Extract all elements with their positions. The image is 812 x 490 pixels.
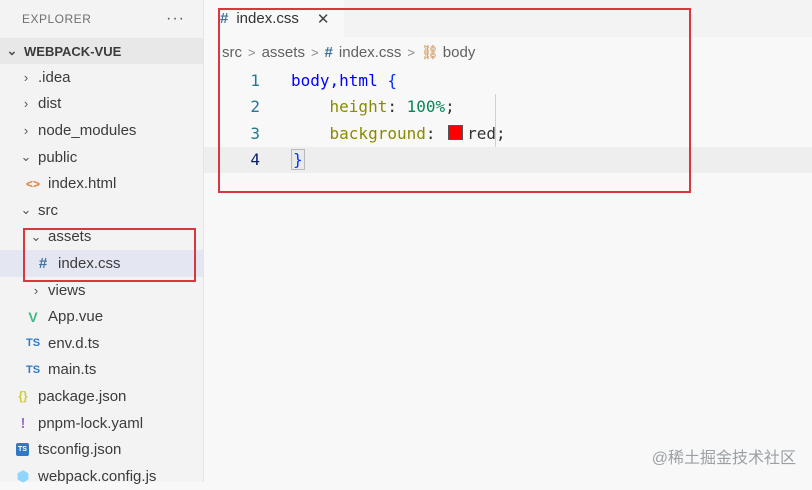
line-number: 1: [250, 70, 260, 90]
tree-item-label: tsconfig.json: [38, 441, 122, 459]
close-brace: }: [291, 149, 305, 171]
breadcrumb-symbol[interactable]: body: [443, 44, 476, 61]
tree-item-label: index.html: [48, 175, 117, 193]
colon: :: [387, 97, 397, 117]
line-number: 2: [250, 97, 260, 117]
tree-item-label: src: [38, 201, 58, 219]
css-selector: body,html: [291, 70, 378, 90]
breadcrumb-assets[interactable]: assets: [262, 44, 305, 61]
css-value: red: [467, 123, 497, 143]
code-editor[interactable]: 1 body,html { 2 height: 100%; 3 backgrou…: [204, 67, 812, 173]
tree-item-label: views: [48, 281, 86, 299]
tree-item-label: .idea: [38, 68, 71, 86]
css-file-icon: #: [38, 254, 48, 272]
explorer-sidebar: EXPLORER ··· ⌄ WEBPACK-VUE › .idea › dist › n…: [0, 0, 204, 485]
tree-item-label: index.css: [58, 254, 121, 272]
explorer-header: EXPLORER ···: [0, 0, 203, 38]
chevron-right-icon: ›: [23, 69, 29, 85]
tree-file[interactable]: V App.vue: [0, 303, 203, 330]
explorer-title: EXPLORER: [22, 12, 92, 26]
semicolon: ;: [496, 123, 506, 143]
tree-item-label: webpack.config.js: [38, 467, 157, 485]
css-property: height: [329, 97, 388, 117]
project-name: WEBPACK-VUE: [24, 43, 122, 59]
color-swatch[interactable]: [448, 124, 464, 140]
chevron-right-icon: ›: [33, 282, 39, 298]
code-line: 1 body,html {: [204, 67, 812, 94]
watermark: @稀土掘金技术社区: [651, 450, 796, 467]
typescript-file-icon: TS: [25, 337, 41, 350]
css-file-icon: #: [324, 43, 333, 61]
project-section-header[interactable]: ⌄ WEBPACK-VUE: [0, 38, 203, 64]
css-file-icon: #: [220, 10, 229, 27]
tree-file[interactable]: ⬢ webpack.config.js: [0, 463, 203, 490]
tree-folder[interactable]: › .idea: [0, 64, 203, 91]
html-file-icon: <>: [25, 176, 40, 191]
chevron-right-icon: ›: [23, 96, 29, 112]
breadcrumb: src > assets > # index.css > ⛓ body: [204, 37, 812, 67]
tree-file[interactable]: TS tsconfig.json: [0, 436, 203, 463]
tree-file[interactable]: TS main.ts: [0, 357, 203, 384]
tree-file[interactable]: {} package.json: [0, 383, 203, 410]
chevron-down-icon: ⌄: [20, 149, 32, 165]
tree-item-label: node_modules: [38, 121, 137, 139]
tab-label: index.css: [236, 10, 299, 27]
typescript-file-icon: TS: [25, 363, 41, 376]
tree-item-label: dist: [38, 95, 62, 113]
tree-item-label: env.d.ts: [48, 334, 100, 352]
tree-item-label: App.vue: [48, 308, 104, 326]
breadcrumb-src[interactable]: src: [222, 44, 242, 61]
css-property: background: [329, 123, 426, 143]
tree-folder[interactable]: › dist: [0, 91, 203, 118]
chevron-right-icon: >: [407, 44, 416, 60]
chevron-right-icon: >: [310, 44, 319, 60]
chevron-down-icon: ⌄: [30, 228, 42, 244]
tree-item-label: pnpm-lock.yaml: [38, 414, 144, 432]
more-actions-icon[interactable]: ···: [166, 10, 185, 28]
line-number: 4: [250, 150, 260, 170]
file-tree: › .idea › dist › node_modules ⌄ public <> index.h…: [0, 64, 203, 490]
code-line: 3 background: red;: [204, 120, 812, 147]
tab-index-css[interactable]: # index.css ✕: [204, 0, 344, 37]
line-number: 3: [250, 123, 260, 143]
colon: :: [425, 123, 436, 143]
chevron-right-icon: ›: [23, 122, 29, 138]
tree-folder[interactable]: ⌄ public: [0, 144, 203, 171]
tree-folder[interactable]: ⌄ src: [0, 197, 203, 224]
chevron-down-icon: ⌄: [6, 43, 18, 58]
semicolon: ;: [445, 97, 455, 117]
tree-file[interactable]: TS env.d.ts: [0, 330, 203, 357]
tree-file[interactable]: ! pnpm-lock.yaml: [0, 410, 203, 437]
tree-item-label: package.json: [38, 387, 127, 405]
open-brace: {: [387, 70, 397, 90]
tree-item-label: public: [38, 148, 78, 166]
tree-file[interactable]: # index.css: [0, 250, 203, 277]
indent-guide: [495, 94, 496, 147]
json-file-icon: {}: [18, 389, 28, 404]
tree-folder[interactable]: ⌄ assets: [0, 224, 203, 251]
symbol-icon: ⛓: [421, 43, 439, 60]
css-value: 100%: [406, 97, 446, 117]
code-line: 2 height: 100%;: [204, 94, 812, 121]
tab-bar: # index.css ✕: [204, 0, 812, 37]
breadcrumb-file[interactable]: index.css: [339, 44, 402, 61]
webpack-file-icon: ⬢: [16, 467, 30, 484]
tree-item-label: main.ts: [48, 361, 97, 379]
tree-folder[interactable]: › views: [0, 277, 203, 304]
tsconfig-file-icon: TS: [16, 443, 29, 457]
tree-file[interactable]: <> index.html: [0, 170, 203, 197]
chevron-right-icon: >: [248, 44, 256, 60]
yaml-file-icon: !: [20, 414, 26, 432]
vue-file-icon: V: [28, 308, 38, 325]
close-icon[interactable]: ✕: [317, 10, 330, 28]
code-line-current: 4 }: [204, 146, 812, 173]
tree-folder[interactable]: › node_modules: [0, 117, 203, 144]
chevron-down-icon: ⌄: [20, 202, 32, 218]
tree-item-label: assets: [48, 228, 92, 246]
editor-area: # index.css ✕ src > assets > # index.css…: [204, 0, 812, 482]
